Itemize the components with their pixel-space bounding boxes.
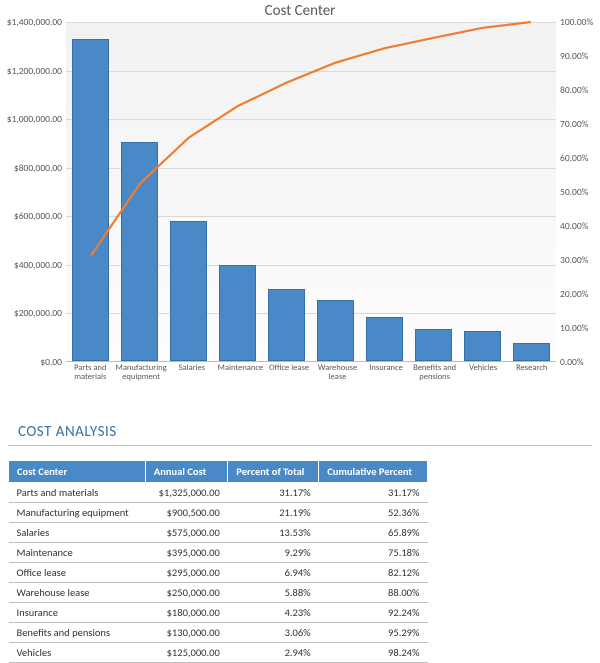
table-row: Insurance$180,000.004.23%92.24%	[9, 603, 428, 623]
cell: Benefits and pensions	[9, 623, 146, 643]
y-right-tick: 50.00%	[560, 186, 600, 198]
table-row: Parts and materials$1,325,000.0031.17%31…	[9, 483, 428, 503]
cell: Insurance	[9, 603, 146, 623]
cell: 3.06%	[228, 623, 319, 643]
y-left-tick: $600,000.00	[0, 210, 62, 222]
cell: $130,000.00	[145, 623, 227, 643]
y-left-tick: $1,200,000.00	[0, 65, 62, 77]
x-tick-label: Benefits and pensions	[410, 364, 459, 382]
y-right-tick: 20.00%	[560, 288, 600, 300]
x-tick-label: Maintenance	[216, 364, 265, 382]
table-row: Maintenance$395,000.009.29%75.18%	[9, 543, 428, 563]
y-right-tick: 90.00%	[560, 50, 600, 62]
cell: $295,000.00	[145, 563, 227, 583]
cell: $900,500.00	[145, 503, 227, 523]
cell: 6.94%	[228, 563, 319, 583]
y-right-tick: 60.00%	[560, 152, 600, 164]
cell: Office lease	[9, 563, 146, 583]
cell: 52.36%	[319, 503, 428, 523]
cell: 75.18%	[319, 543, 428, 563]
x-tick-label: Insurance	[362, 364, 411, 382]
x-tick-label: Vehicles	[459, 364, 508, 382]
pareto-chart: Cost Center $0.00$200,000.00$400,000.00$…	[0, 0, 600, 395]
cell: 95.29%	[319, 623, 428, 643]
column-header: Cost Center	[9, 461, 146, 483]
x-tick-label: Parts and materials	[66, 364, 115, 382]
cell: 92.24%	[319, 603, 428, 623]
table-row: Salaries$575,000.0013.53%65.89%	[9, 523, 428, 543]
cell: Salaries	[9, 523, 146, 543]
cumulative-line	[66, 22, 556, 361]
y-right-tick: 10.00%	[560, 322, 600, 334]
cell: $395,000.00	[145, 543, 227, 563]
y-axis-left-labels: $0.00$200,000.00$400,000.00$600,000.00$8…	[0, 22, 62, 362]
column-header: Annual Cost	[145, 461, 227, 483]
y-right-tick: 70.00%	[560, 118, 600, 130]
cell: Maintenance	[9, 543, 146, 563]
column-header: Cumulative Percent	[319, 461, 428, 483]
cell: 2.94%	[228, 643, 319, 663]
cell: $1,325,000.00	[145, 483, 227, 503]
y-right-tick: 40.00%	[560, 220, 600, 232]
y-left-tick: $1,000,000.00	[0, 113, 62, 125]
y-axis-right-labels: 0.00%10.00%20.00%30.00%40.00%50.00%60.00…	[560, 22, 600, 362]
cell: 65.89%	[319, 523, 428, 543]
y-left-tick: $200,000.00	[0, 307, 62, 319]
y-right-tick: 80.00%	[560, 84, 600, 96]
x-tick-label: Research	[507, 364, 556, 382]
x-tick-label: Manufacturing equipment	[115, 364, 168, 382]
y-right-tick: 0.00%	[560, 356, 600, 368]
cell: $180,000.00	[145, 603, 227, 623]
table-row: Benefits and pensions$130,000.003.06%95.…	[9, 623, 428, 643]
y-left-tick: $1,400,000.00	[0, 16, 62, 28]
y-left-tick: $800,000.00	[0, 162, 62, 174]
table-row: Office lease$295,000.006.94%82.12%	[9, 563, 428, 583]
cell: 9.29%	[228, 543, 319, 563]
cost-analysis-table: Cost CenterAnnual CostPercent of TotalCu…	[8, 460, 428, 663]
section-title: COST ANALYSIS	[8, 395, 592, 446]
cell: 98.24%	[319, 643, 428, 663]
y-right-tick: 100.00%	[560, 16, 600, 28]
table-row: Manufacturing equipment$900,500.0021.19%…	[9, 503, 428, 523]
x-tick-label: Salaries	[168, 364, 217, 382]
y-right-tick: 30.00%	[560, 254, 600, 266]
cell: 4.23%	[228, 603, 319, 623]
cell: 31.17%	[228, 483, 319, 503]
cell: Manufacturing equipment	[9, 503, 146, 523]
x-tick-label: Office lease	[265, 364, 314, 382]
x-tick-label: Warehouse lease	[313, 364, 362, 382]
cell: 31.17%	[319, 483, 428, 503]
y-left-tick: $400,000.00	[0, 259, 62, 271]
table-row: Vehicles$125,000.002.94%98.24%	[9, 643, 428, 663]
cell: $125,000.00	[145, 643, 227, 663]
column-header: Percent of Total	[228, 461, 319, 483]
cell: Vehicles	[9, 643, 146, 663]
cell: 13.53%	[228, 523, 319, 543]
cell: 21.19%	[228, 503, 319, 523]
plot-area	[66, 22, 556, 362]
cell: Parts and materials	[9, 483, 146, 503]
cell: 82.12%	[319, 563, 428, 583]
y-left-tick: $0.00	[0, 356, 62, 368]
x-axis-labels: Parts and materialsManufacturing equipme…	[66, 364, 556, 382]
cell: $575,000.00	[145, 523, 227, 543]
table-header-row: Cost CenterAnnual CostPercent of TotalCu…	[9, 461, 428, 483]
